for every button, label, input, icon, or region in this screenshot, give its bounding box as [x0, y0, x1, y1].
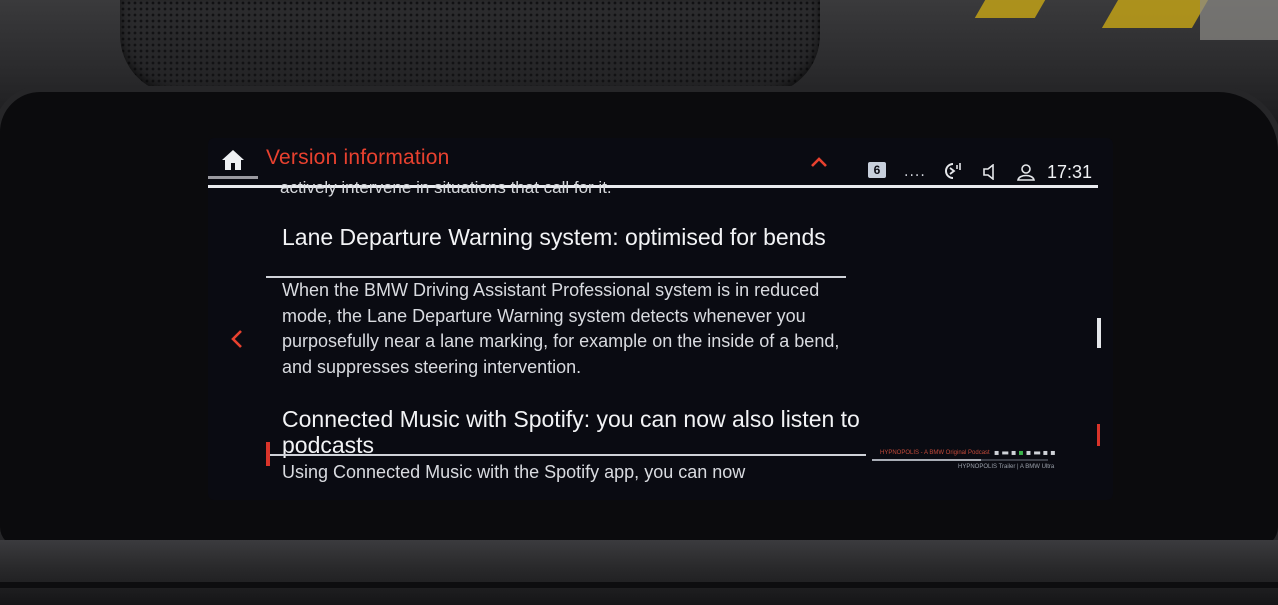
- playback-progress-fill: [872, 459, 982, 461]
- volume-icon[interactable]: [982, 164, 1000, 180]
- section-body: Using Connected Music with the Spotify a…: [282, 462, 746, 482]
- garage-background: [1200, 0, 1278, 40]
- section-heading: Connected Music with Spotify: you can no…: [282, 406, 860, 458]
- garage-background: [974, 0, 1046, 18]
- user-profile-icon[interactable]: [1016, 163, 1036, 181]
- back-arrow-icon[interactable]: [230, 328, 244, 350]
- phone-connected-icon: [945, 163, 961, 179]
- clock: 17:31: [1047, 162, 1093, 182]
- dashboard-bottom: [0, 540, 1278, 605]
- page-title: Version information: [266, 146, 450, 169]
- home-icon[interactable]: [220, 148, 246, 172]
- home-tab-indicator: [208, 176, 258, 179]
- now-playing-widget[interactable]: HYPNOPOLIS - A BMW Original Podcast ▪▬▪▪…: [868, 448, 1098, 490]
- section-heading: Lane Departure Warning system: optimised…: [282, 224, 826, 250]
- section-divider: [266, 454, 866, 456]
- speaker-grille: [120, 0, 820, 95]
- garage-background: [1101, 0, 1209, 28]
- scrollbar-thumb[interactable]: [1097, 318, 1101, 348]
- air-vent: [0, 582, 1278, 588]
- partial-text-line: actively intervene in situations that ca…: [280, 178, 612, 197]
- version-info-content: actively intervene in situations that ca…: [208, 178, 1113, 500]
- signal-strength-indicator: ....: [904, 164, 926, 180]
- now-playing-subtitle: HYPNOPOLIS Trailer | A BMW Ultra: [958, 464, 1055, 470]
- message-count-badge: 6: [868, 162, 886, 178]
- playback-progress-bar[interactable]: [872, 459, 1048, 461]
- focus-marker: [266, 442, 270, 466]
- playback-controls[interactable]: ▪▬▪▪▪▬▪▪: [994, 448, 1058, 457]
- infotainment-screen: Version information 6 .... 17:31 activel…: [208, 138, 1113, 500]
- now-playing-title: HYPNOPOLIS - A BMW Original Podcast: [880, 450, 990, 456]
- chevron-up-icon[interactable]: [810, 156, 828, 168]
- section-body: When the BMW Driving Assistant Professio…: [282, 280, 840, 377]
- focus-marker: [1097, 424, 1100, 446]
